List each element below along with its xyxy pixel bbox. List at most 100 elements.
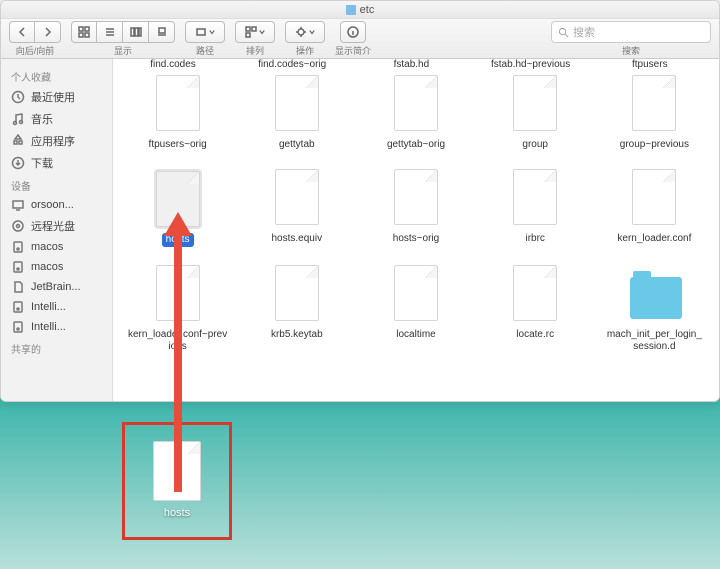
music-icon [11,112,25,126]
sidebar-item[interactable]: macos [1,237,112,257]
view-list-button[interactable] [97,21,123,43]
sidebar-item[interactable]: JetBrain... [1,277,112,297]
action-label: 操作 [296,44,314,57]
file-icon [394,75,438,131]
file-name: kern_loader.conf [617,233,691,245]
file-icon [275,169,319,225]
file-item[interactable]: kern_loader.conf [600,169,709,247]
monitor-icon [11,198,25,212]
file-name: hosts.equiv [271,233,322,245]
file-item[interactable]: ftpusers~orig [123,75,232,151]
sidebar-item[interactable]: 最近使用 [1,86,112,108]
file-icon [156,171,200,227]
sidebar-devices-header: 设备 [1,174,112,195]
view-column-button[interactable] [123,21,149,43]
file-name: gettytab~orig [387,139,445,151]
file-icon [275,265,319,321]
titlebar[interactable]: etc [1,1,719,19]
file-item[interactable]: gettytab~orig [361,75,470,151]
view-icon-button[interactable] [71,21,97,43]
file-name: hosts [162,233,194,247]
file-item[interactable]: krb5.keytab [242,265,351,353]
file-grid[interactable]: find.codes find.codes~orig fstab.hd fstab.h… [113,59,719,401]
sidebar-item-label: macos [31,261,63,273]
path-button[interactable] [185,21,225,43]
file-name: krb5.keytab [271,329,323,341]
file-name[interactable]: find.codes [123,59,223,71]
file-icon [513,265,557,321]
file-item[interactable]: localtime [361,265,470,353]
file-item[interactable]: group~previous [600,75,709,151]
view-label: 显示 [114,44,132,57]
file-item[interactable]: irbrc [481,169,590,247]
file-icon [632,75,676,131]
file-icon [156,75,200,131]
action-button[interactable] [285,21,325,43]
sidebar-item[interactable]: 应用程序 [1,130,112,152]
file-name: kern_loader.conf~previous [128,329,228,353]
disk-icon [11,300,25,314]
file-item[interactable]: hosts~orig [361,169,470,247]
file-name: group~previous [620,139,689,151]
sidebar-item-label: 最近使用 [31,89,75,105]
sidebar-item-label: orsoon... [31,199,74,211]
file-item[interactable]: kern_loader.conf~previous [123,265,232,353]
sidebar-item-label: JetBrain... [31,281,81,293]
sidebar-item-label: Intelli... [31,321,66,333]
sidebar-item[interactable]: macos [1,257,112,277]
file-name: ftpusers~orig [149,139,207,151]
sidebar-item-label: 应用程序 [31,133,75,149]
nav-label: 向后/向前 [16,44,55,57]
search-label: 搜索 [622,44,640,57]
search-input[interactable]: 搜索 [551,21,711,43]
file-name: localtime [396,329,435,341]
info-label: 显示简介 [335,44,371,57]
folder-icon [346,5,356,15]
file-name: gettytab [279,139,315,151]
file-icon [394,265,438,321]
sidebar-item[interactable]: 音乐 [1,108,112,130]
forward-button[interactable] [35,21,61,43]
disk-icon [11,320,25,334]
file-name[interactable]: fstab.hd~previous [481,59,581,71]
file-name[interactable]: fstab.hd [361,59,461,71]
info-button[interactable] [340,21,366,43]
file-name: irbrc [525,233,544,245]
sort-label: 排列 [246,44,264,57]
sidebar: 个人收藏 最近使用 音乐 应用程序 下载 设备 orsoon... 远程光盘 m… [1,59,113,401]
window-title: etc [360,4,375,16]
file-icon [513,169,557,225]
file-item[interactable]: hosts.equiv [242,169,351,247]
file-icon [632,169,676,225]
file-icon [153,441,201,501]
sidebar-item[interactable]: 下载 [1,152,112,174]
view-coverflow-button[interactable] [149,21,175,43]
file-item[interactable]: mach_init_per_login_session.d [600,265,709,353]
file-icon [275,75,319,131]
sidebar-favorites-header: 个人收藏 [1,65,112,86]
file-item[interactable]: hosts [123,169,232,247]
back-button[interactable] [9,21,35,43]
sidebar-item[interactable]: orsoon... [1,195,112,215]
file-item[interactable]: gettytab [242,75,351,151]
file-name: hosts~orig [393,233,439,245]
search-placeholder: 搜索 [573,24,595,40]
file-icon [156,265,200,321]
path-label: 路径 [196,44,214,57]
sidebar-item-label: macos [31,241,63,253]
file-item[interactable]: locate.rc [481,265,590,353]
file-item[interactable]: group [481,75,590,151]
sidebar-item[interactable]: Intelli... [1,297,112,317]
download-icon [11,156,25,170]
desktop-file-hosts[interactable]: hosts [122,422,232,540]
folder-icon [630,277,682,319]
file-name[interactable]: find.codes~orig [242,59,342,71]
file-name: locate.rc [516,329,554,341]
sidebar-item[interactable]: Intelli... [1,317,112,337]
finder-window: etc 向后/向前 显示 路径 排列 [0,0,720,402]
sort-button[interactable] [235,21,275,43]
doc-icon [11,280,25,294]
sidebar-shared-header: 共享的 [1,337,112,358]
file-name[interactable]: ftpusers [600,59,700,71]
sidebar-item[interactable]: 远程光盘 [1,215,112,237]
